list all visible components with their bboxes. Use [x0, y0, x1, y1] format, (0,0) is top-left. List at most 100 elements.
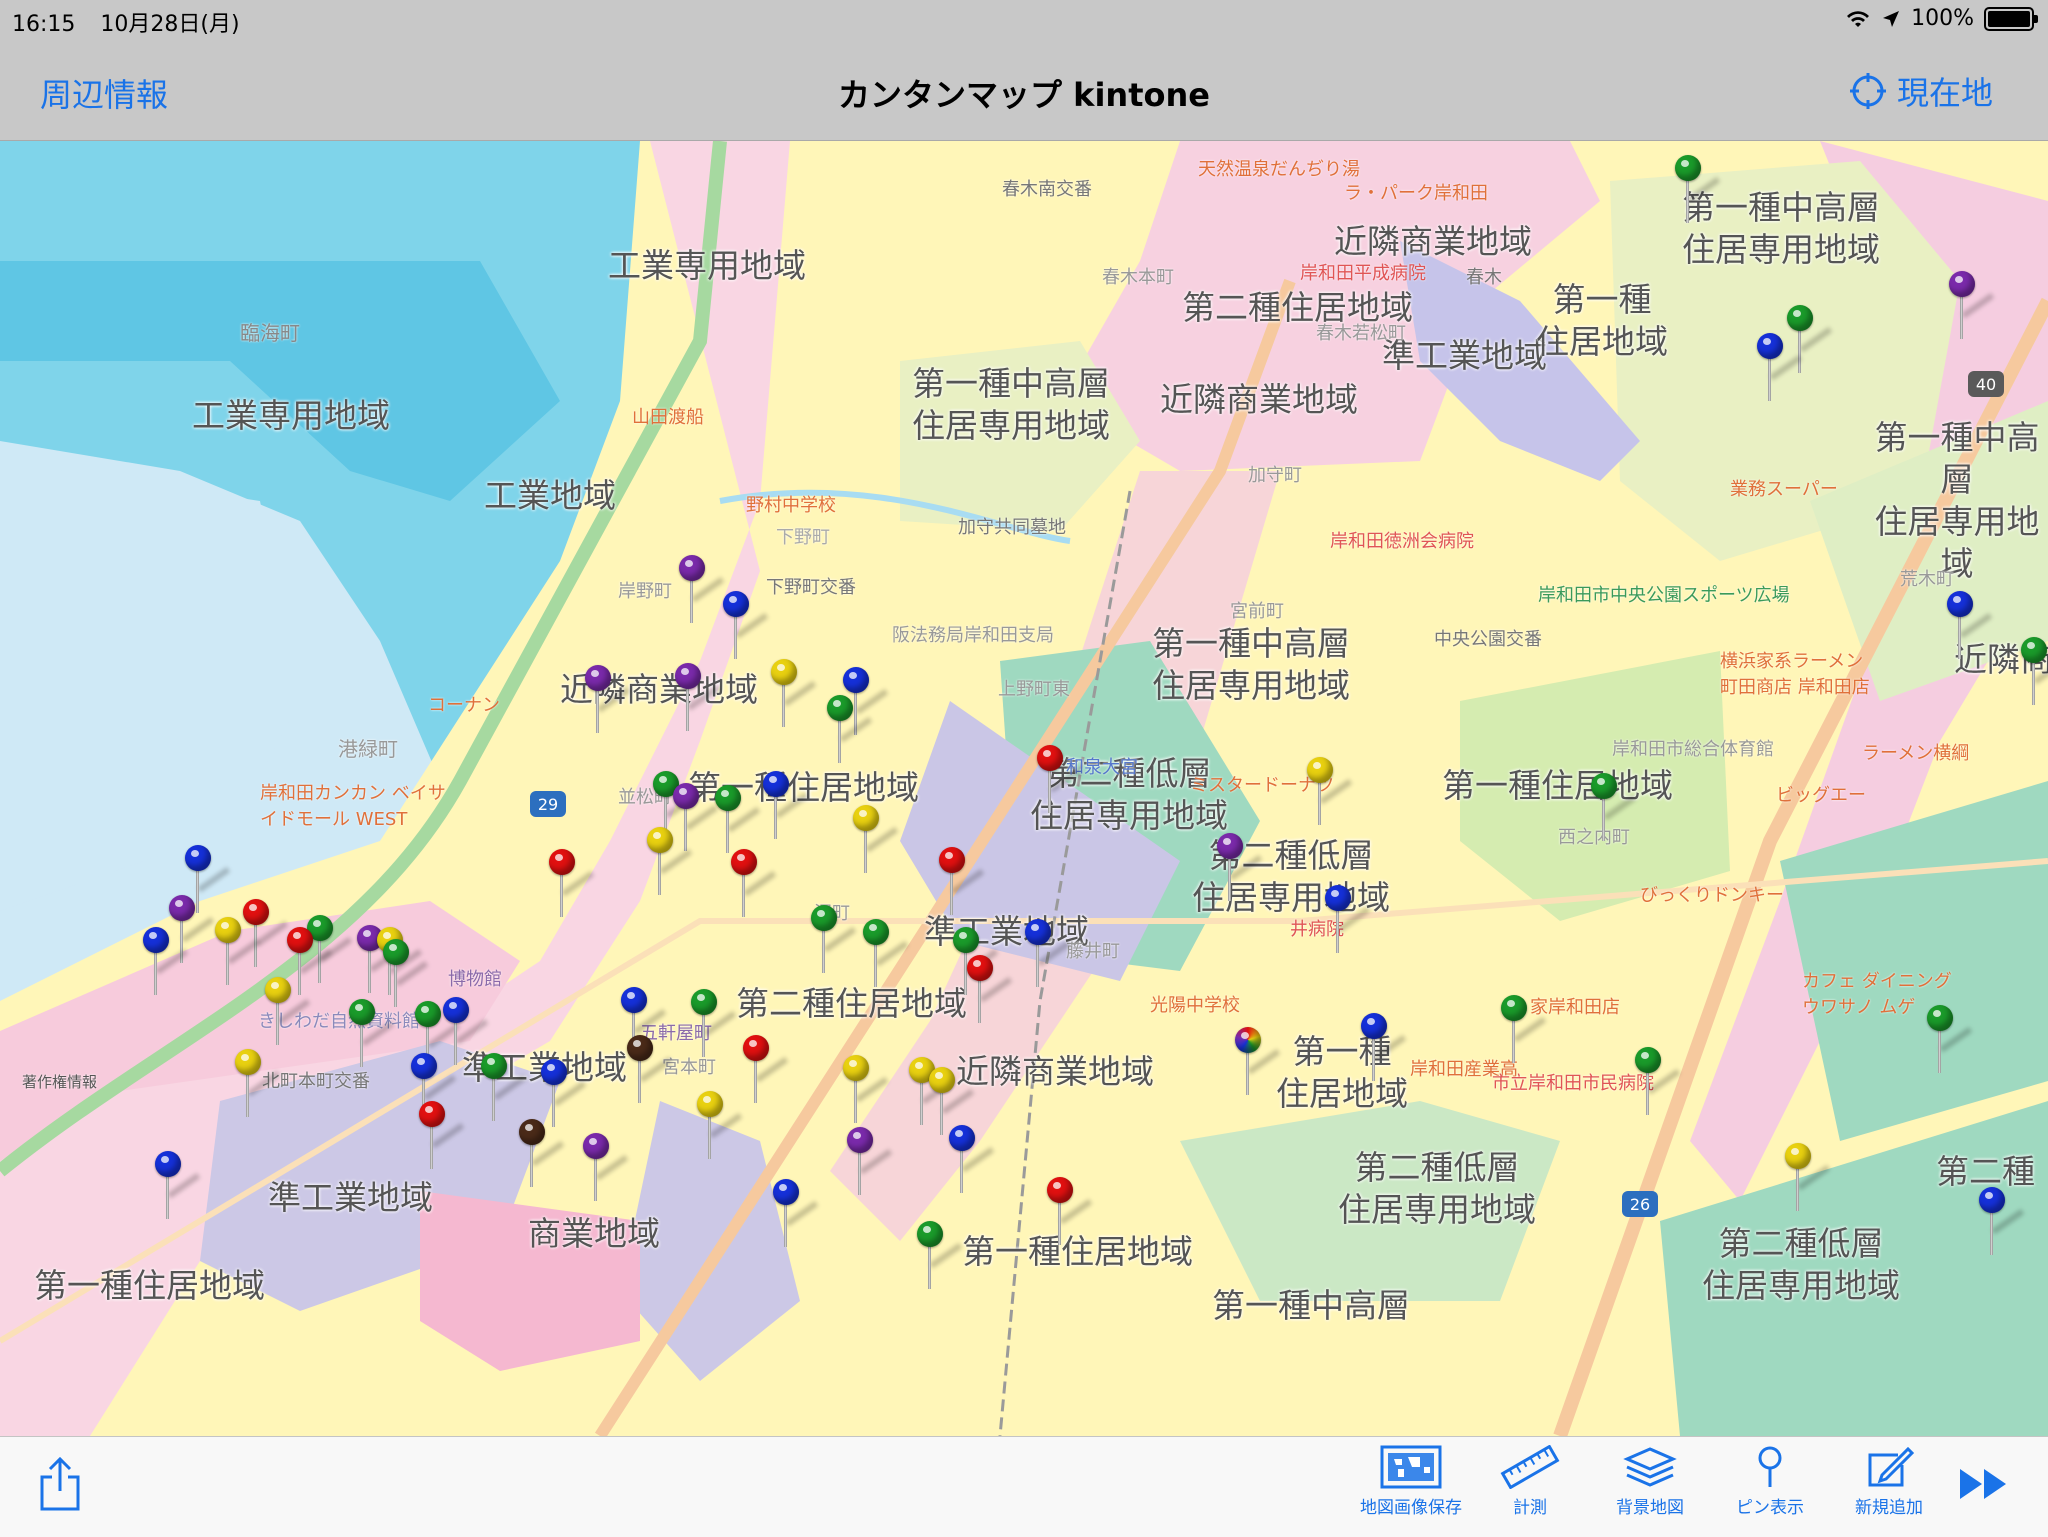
map-pin[interactable] — [1633, 1047, 1681, 1117]
map-pin[interactable] — [141, 927, 189, 997]
battery-percent: 100% — [1911, 6, 1974, 31]
map-pin[interactable] — [381, 939, 429, 1009]
current-location-button[interactable]: 現在地 — [1849, 68, 1993, 114]
map-pin[interactable] — [851, 805, 899, 875]
pin-stem — [854, 1079, 857, 1123]
pin-stem — [690, 579, 693, 623]
map-pin[interactable] — [1589, 773, 1637, 843]
map-pin[interactable] — [1945, 591, 1993, 661]
share-icon — [40, 1456, 80, 1511]
map-pin[interactable] — [1045, 1177, 1093, 1247]
map-pin[interactable] — [625, 1035, 673, 1105]
map-pin[interactable] — [2019, 637, 2048, 707]
map-pin[interactable] — [1755, 333, 1803, 403]
add-new-button[interactable]: 新規追加 — [1834, 1445, 1944, 1518]
map-pin[interactable] — [741, 1035, 789, 1105]
map-pin[interactable] — [825, 695, 873, 765]
pin-stem — [1372, 1037, 1375, 1081]
poi-label: 横浜家系ラーメン 町田商店 岸和田店 — [1720, 651, 1870, 698]
map-pin[interactable] — [547, 849, 595, 919]
map-view[interactable]: 29 40 26 工業専用地域 工業専用地域 工業地域 近隣商業地域 第二種住居… — [0, 141, 2048, 1436]
map-pin[interactable] — [721, 591, 769, 661]
map-pin[interactable] — [1323, 885, 1371, 955]
map-pin[interactable] — [347, 999, 395, 1069]
map-pin[interactable] — [417, 1101, 465, 1171]
map-pin[interactable] — [713, 785, 761, 855]
map-pin[interactable] — [937, 847, 985, 917]
map-pin[interactable] — [761, 771, 809, 841]
map-pin[interactable] — [771, 1179, 819, 1249]
copyright-info-link[interactable]: 著作権情報 — [22, 1071, 97, 1092]
map-pin[interactable] — [1499, 995, 1547, 1065]
map-pin[interactable] — [1359, 1013, 1407, 1083]
map-pin[interactable] — [1925, 1005, 1973, 1075]
fast-forward-button[interactable] — [1958, 1467, 2010, 1505]
map-pin[interactable] — [841, 1055, 889, 1125]
pin-display-button[interactable]: ピン表示 — [1715, 1445, 1825, 1518]
map-pin[interactable] — [1305, 757, 1353, 827]
map-pin[interactable] — [1035, 745, 1083, 815]
map-pin[interactable] — [729, 849, 777, 919]
pin-head — [773, 1179, 799, 1205]
poi-label: 藤井町 — [1066, 941, 1120, 962]
pin-stem — [166, 1175, 169, 1219]
map-pin[interactable] — [153, 1151, 201, 1221]
map-pin[interactable] — [241, 899, 289, 969]
measure-button[interactable]: 計測 — [1475, 1445, 1585, 1518]
pin-stem — [1798, 329, 1801, 373]
route-shield-29: 29 — [530, 791, 566, 817]
poi-label: びっくりドンキー — [1640, 885, 1784, 906]
map-pin[interactable] — [677, 555, 725, 625]
map-pin[interactable] — [769, 659, 817, 729]
map-pin[interactable] — [1977, 1187, 2025, 1257]
map-pin[interactable] — [947, 1125, 995, 1195]
map-pin[interactable] — [233, 1049, 281, 1119]
map-pin[interactable] — [1783, 1143, 1831, 1213]
background-map-button[interactable]: 背景地図 — [1595, 1445, 1705, 1518]
map-pin[interactable] — [263, 977, 311, 1047]
share-button[interactable] — [38, 1456, 82, 1515]
map-pin[interactable] — [689, 989, 737, 1059]
pin-head — [1591, 773, 1617, 799]
pin-stem — [1336, 909, 1339, 953]
pin-stem — [928, 1245, 931, 1289]
crosshair-icon — [1849, 73, 1886, 109]
pin-head — [419, 1101, 445, 1127]
poi-label: 臨海町 — [240, 321, 300, 345]
pin-stem — [978, 979, 981, 1023]
map-pin[interactable] — [1673, 155, 1721, 225]
pin-stem — [246, 1073, 249, 1117]
map-pin[interactable] — [915, 1221, 963, 1291]
map-pin[interactable] — [1947, 271, 1995, 341]
map-pin[interactable] — [965, 955, 1013, 1025]
pin-stem — [686, 687, 689, 731]
pin-head — [1787, 305, 1813, 331]
map-pin[interactable] — [809, 905, 857, 975]
route-shield-40: 40 — [1968, 371, 2004, 397]
map-pin[interactable] — [1215, 833, 1263, 903]
pin-head — [697, 1091, 723, 1117]
map-pin[interactable] — [479, 1053, 527, 1123]
map-pin[interactable] — [581, 1133, 629, 1203]
map-pin[interactable] — [695, 1091, 743, 1161]
map-pin[interactable] — [517, 1119, 565, 1189]
map-pin[interactable] — [1023, 919, 1071, 989]
pin-stem — [864, 829, 867, 873]
map-pin[interactable] — [213, 917, 261, 987]
map-pin[interactable] — [1233, 1027, 1281, 1097]
map-pin[interactable] — [861, 919, 909, 989]
pin-head — [723, 591, 749, 617]
map-pin[interactable] — [583, 665, 631, 735]
map-pin[interactable] — [673, 663, 721, 733]
pin-head — [383, 939, 409, 965]
map-pin[interactable] — [441, 997, 489, 1067]
pin-stem — [454, 1021, 457, 1065]
pin-head — [169, 895, 195, 921]
pin-head — [1979, 1187, 2005, 1213]
save-map-image-button[interactable]: 地図画像保存 — [1356, 1445, 1466, 1518]
map-pin[interactable] — [671, 783, 719, 853]
status-date: 10月28日(月) — [100, 12, 240, 37]
map-pin[interactable] — [645, 827, 693, 897]
map-pin[interactable] — [845, 1127, 893, 1197]
zone-label: 第一種 住居地域 — [1536, 280, 1668, 361]
